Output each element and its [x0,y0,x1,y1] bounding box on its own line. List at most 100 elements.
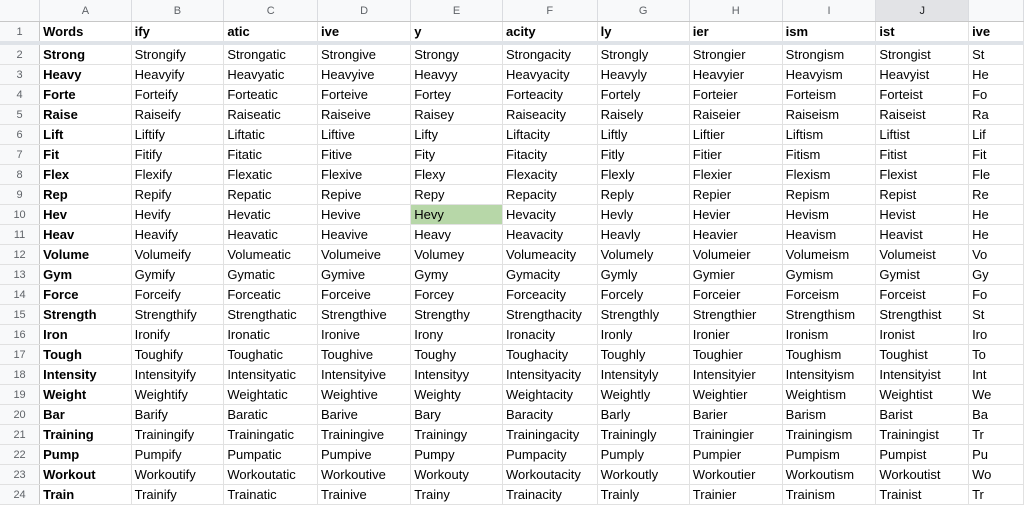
cell[interactable]: Fitly [597,144,690,165]
cell[interactable]: Pumpive [317,444,412,465]
cell[interactable]: Vo [968,244,1024,265]
cell[interactable]: Raiseatic [223,104,319,125]
cell[interactable]: Raiseism [782,104,877,125]
cell[interactable]: Hevist [875,204,970,225]
row-number[interactable]: 22 [0,444,41,465]
cell[interactable]: Trainism [782,484,877,505]
header-cell[interactable]: y [410,21,503,45]
cell[interactable]: Pumpatic [223,444,319,465]
highlighted-cell[interactable]: Hevy [410,204,503,225]
cell[interactable]: Hevatic [223,204,319,225]
cell[interactable]: Repism [782,184,877,205]
cell[interactable]: Toughatic [223,344,319,365]
cell[interactable]: Liftacity [502,124,598,145]
cell[interactable]: Trainingly [597,424,690,445]
row-number[interactable]: 21 [0,424,41,445]
cell[interactable]: Liftive [317,124,412,145]
word-cell[interactable]: Hev [39,204,132,225]
cell[interactable]: Intensityier [689,364,783,385]
cell[interactable]: Strengthify [131,304,225,325]
cell[interactable]: Heavive [317,224,412,245]
select-all-corner[interactable] [0,0,41,22]
cell[interactable]: Ironism [782,324,877,345]
cell[interactable]: Strengthly [597,304,690,325]
word-cell[interactable]: Force [39,284,132,305]
row-number[interactable]: 3 [0,64,41,85]
cell[interactable]: Repify [131,184,225,205]
cell[interactable]: Strongatic [223,43,319,65]
cell[interactable]: Irony [410,324,503,345]
cell[interactable]: Volumeive [317,244,412,265]
cell[interactable]: Weightive [317,384,412,405]
row-number[interactable]: 13 [0,264,41,285]
cell[interactable]: Hevly [597,204,690,225]
row-number[interactable]: 16 [0,324,41,345]
cell[interactable]: Strengthier [689,304,783,325]
cell[interactable]: Fitatic [223,144,319,165]
cell[interactable]: Liftify [131,124,225,145]
cell[interactable]: Workoutive [317,464,412,485]
cell[interactable]: Flexly [597,164,690,185]
cell[interactable]: Trainingacity [502,424,598,445]
cell[interactable]: Forceism [782,284,877,305]
cell[interactable]: Raisely [597,104,690,125]
header-cell[interactable]: ist [875,21,970,45]
row-number[interactable]: 1 [0,21,41,45]
row-number[interactable]: 11 [0,224,41,245]
cell[interactable]: Liftly [597,124,690,145]
header-cell[interactable]: ism [782,21,877,45]
row-number[interactable]: 18 [0,364,41,385]
cell[interactable]: Workoutist [875,464,970,485]
cell[interactable]: Toughy [410,344,503,365]
word-cell[interactable]: Flex [39,164,132,185]
cell[interactable]: Fitify [131,144,225,165]
cell[interactable]: Toughly [597,344,690,365]
column-header-b[interactable]: B [131,0,225,22]
cell[interactable]: Heavyly [597,64,690,85]
cell[interactable]: Ironatic [223,324,319,345]
cell[interactable]: Intensityacity [502,364,598,385]
cell[interactable]: Weighty [410,384,503,405]
cell[interactable]: Forceatic [223,284,319,305]
cell[interactable]: Lifty [410,124,503,145]
word-cell[interactable]: Strength [39,304,132,325]
cell[interactable]: Tr [968,424,1024,445]
header-cell[interactable]: ive [317,21,412,45]
cell[interactable]: Fit [968,144,1024,165]
row-number[interactable]: 5 [0,104,41,125]
cell[interactable]: Volumeify [131,244,225,265]
word-cell[interactable]: Volume [39,244,132,265]
cell[interactable]: Forcey [410,284,503,305]
cell[interactable]: Volumely [597,244,690,265]
cell[interactable]: Weightist [875,384,970,405]
cell[interactable]: Forceier [689,284,783,305]
cell[interactable]: Hevier [689,204,783,225]
cell[interactable]: Liftism [782,124,877,145]
cell[interactable]: Raiseacity [502,104,598,125]
word-cell[interactable]: Train [39,484,132,505]
word-cell[interactable]: Heav [39,224,132,245]
cell[interactable]: Hevify [131,204,225,225]
cell[interactable]: Trainatic [223,484,319,505]
cell[interactable]: Heavyify [131,64,225,85]
cell[interactable]: Workoutism [782,464,877,485]
cell[interactable]: Repatic [223,184,319,205]
cell[interactable]: Heavist [875,224,970,245]
cell[interactable]: Ra [968,104,1024,125]
header-cell[interactable]: acity [502,21,598,45]
cell[interactable]: Heavyist [875,64,970,85]
cell[interactable]: Workoutly [597,464,690,485]
row-number[interactable]: 14 [0,284,41,305]
column-header-g[interactable]: G [597,0,690,22]
cell[interactable]: Forteive [317,84,412,105]
cell[interactable]: Pumpy [410,444,503,465]
row-number[interactable]: 10 [0,204,41,225]
word-cell[interactable]: Heavy [39,64,132,85]
column-header-h[interactable]: H [689,0,783,22]
cell[interactable]: He [968,64,1024,85]
cell[interactable]: Pu [968,444,1024,465]
header-cell[interactable]: ier [689,21,783,45]
word-cell[interactable]: Raise [39,104,132,125]
cell[interactable]: Volumeist [875,244,970,265]
cell[interactable]: Forceist [875,284,970,305]
